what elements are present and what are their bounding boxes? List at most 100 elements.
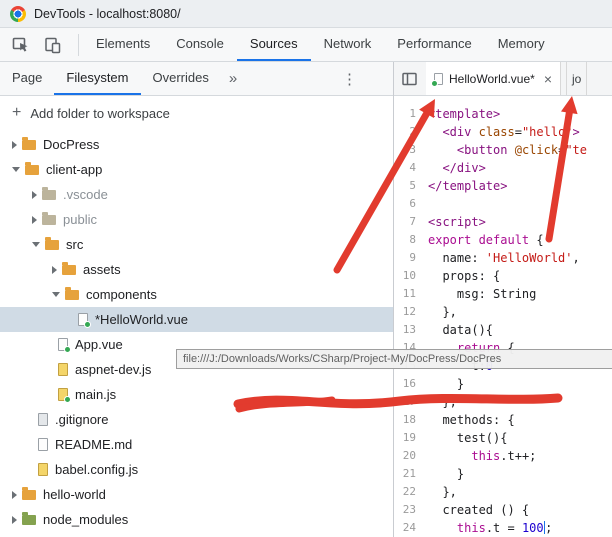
code-text[interactable]: this.t = 100;	[424, 519, 612, 537]
code-text[interactable]: </div>	[424, 159, 612, 177]
code-line: 2 <div class="hello">	[394, 123, 612, 141]
line-number[interactable]: 16	[394, 375, 424, 393]
close-tab-icon[interactable]: ×	[544, 71, 552, 87]
chevron-down-icon[interactable]	[32, 242, 40, 247]
inspect-icon[interactable]	[8, 32, 34, 58]
line-number[interactable]: 5	[394, 177, 424, 195]
code-line: 23 created () {	[394, 501, 612, 519]
token: <template>	[428, 107, 501, 121]
file-icon	[58, 388, 71, 403]
navigator-toggle-icon[interactable]	[394, 62, 426, 95]
tab-console[interactable]: Console	[163, 28, 237, 61]
token: <div	[442, 125, 472, 139]
code-text[interactable]	[424, 195, 612, 213]
tree-item-main-js[interactable]: main.js	[0, 382, 393, 407]
line-number[interactable]: 24	[394, 519, 424, 537]
code-text[interactable]: <template>	[424, 105, 612, 123]
code-text[interactable]: },	[424, 303, 612, 321]
line-number[interactable]: 13	[394, 321, 424, 339]
chevron-right-icon[interactable]	[32, 190, 37, 199]
code-editor[interactable]: 1 <template> 2 <div class="hello"> 3 <butto…	[394, 96, 612, 537]
line-number[interactable]: 10	[394, 267, 424, 285]
panel-tab-filesystem[interactable]: Filesystem	[54, 62, 141, 95]
line-number[interactable]: 11	[394, 285, 424, 303]
editor-tab-helloworld-vue[interactable]: HelloWorld.vue* ×	[426, 62, 562, 95]
code-text[interactable]: methods: {	[424, 411, 612, 429]
editor-tab-jo[interactable]: jo	[566, 62, 588, 95]
tab-memory[interactable]: Memory	[485, 28, 558, 61]
code-text[interactable]: }	[424, 375, 612, 393]
chevron-right-icon[interactable]	[12, 515, 17, 524]
line-number[interactable]: 7	[394, 213, 424, 231]
code-text[interactable]: <div class="hello">	[424, 123, 612, 141]
chevron-right-icon[interactable]	[12, 490, 17, 499]
tree-item-gitignore[interactable]: .gitignore	[0, 407, 393, 432]
code-text[interactable]: test(){	[424, 429, 612, 447]
line-number[interactable]: 20	[394, 447, 424, 465]
code-line: 8 export default {	[394, 231, 612, 249]
tree-item-babel-config-js[interactable]: babel.config.js	[0, 457, 393, 482]
code-text[interactable]: export default {	[424, 231, 612, 249]
tree-item-assets[interactable]: assets	[0, 257, 393, 282]
code-text[interactable]: },	[424, 483, 612, 501]
chevron-right-icon[interactable]	[12, 140, 17, 149]
tree-item-public[interactable]: public	[0, 207, 393, 232]
line-number[interactable]: 23	[394, 501, 424, 519]
device-toolbar-icon[interactable]	[40, 32, 66, 58]
chevron-down-icon[interactable]	[12, 167, 20, 172]
tree-item-components[interactable]: components	[0, 282, 393, 307]
panel-menu-icon[interactable]: ⋮	[342, 62, 357, 95]
code-text[interactable]: msg: String	[424, 285, 612, 303]
line-number[interactable]: 17	[394, 393, 424, 411]
tree-item-readme-md[interactable]: README.md	[0, 432, 393, 457]
line-number[interactable]: 2	[394, 123, 424, 141]
line-number[interactable]: 9	[394, 249, 424, 267]
line-number[interactable]: 22	[394, 483, 424, 501]
token: <script>	[428, 215, 486, 229]
chevron-down-icon[interactable]	[52, 292, 60, 297]
code-line: 7 <script>	[394, 213, 612, 231]
code-text[interactable]: this.t++;	[424, 447, 612, 465]
code-text[interactable]: data(){	[424, 321, 612, 339]
tree-item-hello-world[interactable]: hello-world	[0, 482, 393, 507]
line-number[interactable]: 18	[394, 411, 424, 429]
code-text[interactable]: props: {	[424, 267, 612, 285]
token: export default	[428, 233, 530, 247]
panel-tab-page[interactable]: Page	[0, 62, 54, 95]
line-number[interactable]: 8	[394, 231, 424, 249]
code-text[interactable]: },	[424, 393, 612, 411]
line-number[interactable]: 6	[394, 195, 424, 213]
code-text[interactable]: }	[424, 465, 612, 483]
line-number[interactable]: 12	[394, 303, 424, 321]
line-number[interactable]: 21	[394, 465, 424, 483]
tab-performance[interactable]: Performance	[384, 28, 484, 61]
code-text[interactable]: name: 'HelloWorld',	[424, 249, 612, 267]
line-number[interactable]: 4	[394, 159, 424, 177]
line-number[interactable]: 3	[394, 141, 424, 159]
code-text[interactable]: created () {	[424, 501, 612, 519]
chevron-right-icon[interactable]	[52, 265, 57, 274]
code-text[interactable]: <script>	[424, 213, 612, 231]
tree-item-client-app[interactable]: client-app	[0, 157, 393, 182]
panel-tab-overrides[interactable]: Overrides	[141, 62, 221, 95]
tab-network[interactable]: Network	[311, 28, 385, 61]
tree-item-src[interactable]: src	[0, 232, 393, 257]
tooltip: file:///J:/Downloads/Works/CSharp/Projec…	[176, 349, 612, 369]
code-text[interactable]: </template>	[424, 177, 612, 195]
code-text[interactable]: <button @click="te	[424, 141, 612, 159]
tree-item-label: babel.config.js	[55, 462, 139, 477]
tab-sources[interactable]: Sources	[236, 28, 311, 61]
line-number[interactable]: 19	[394, 429, 424, 447]
tree-item-vscode[interactable]: .vscode	[0, 182, 393, 207]
tree-item-node-modules[interactable]: node_modules	[0, 507, 393, 532]
line-number[interactable]: 1	[394, 105, 424, 123]
tab-elements[interactable]: Elements	[83, 28, 163, 61]
tree-item-label: aspnet-dev.js	[75, 362, 152, 377]
more-tabs-icon[interactable]: »	[221, 62, 245, 95]
tree-item-docpress[interactable]: DocPress	[0, 132, 393, 157]
code-line: 4 </div>	[394, 159, 612, 177]
chevron-right-icon[interactable]	[32, 215, 37, 224]
add-folder-button[interactable]: + Add folder to workspace	[0, 100, 393, 126]
tree-item-helloworld-vue[interactable]: *HelloWorld.vue	[0, 307, 393, 332]
